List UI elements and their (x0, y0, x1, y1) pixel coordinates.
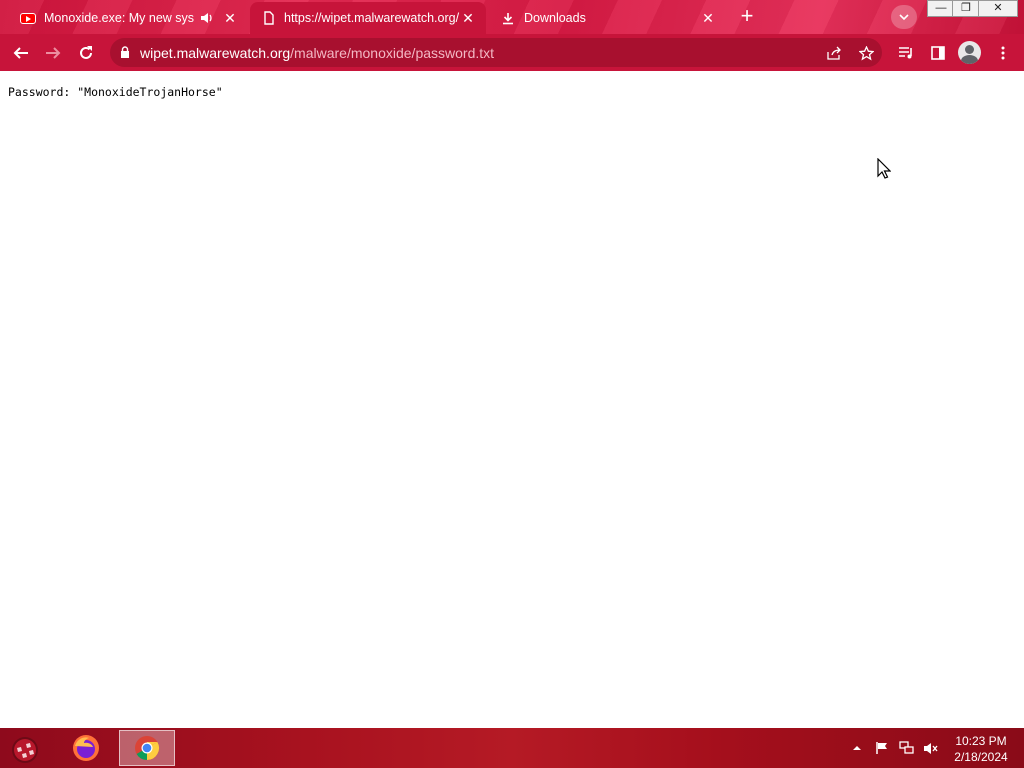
new-tab-button[interactable]: + (734, 5, 760, 29)
minimize-button[interactable]: — (927, 0, 955, 17)
tab-title: https://wipet.malwarewatch.org/ (284, 11, 460, 25)
taskbar-chrome[interactable] (119, 730, 175, 766)
minimize-icon: — (935, 2, 947, 14)
address-bar[interactable]: wipet.malwarewatch.org/malware/monoxide/… (110, 38, 882, 67)
profile-avatar[interactable] (958, 41, 981, 64)
speaker-icon[interactable] (200, 12, 214, 24)
restore-icon: ❐ (961, 2, 971, 14)
arrow-right-icon (46, 47, 61, 59)
side-panel-button[interactable] (925, 40, 951, 66)
arrow-left-icon (13, 47, 28, 59)
forward-button[interactable] (40, 40, 66, 66)
file-icon (260, 10, 276, 26)
menu-button[interactable] (990, 40, 1016, 66)
network-icon[interactable] (898, 740, 914, 756)
chrome-icon (135, 736, 160, 760)
reload-icon (80, 46, 92, 59)
close-window-button[interactable]: ✕ (978, 0, 1018, 17)
media-control-button[interactable] (893, 40, 919, 66)
tab-search-button[interactable] (891, 5, 917, 29)
share-icon[interactable] (824, 43, 844, 63)
close-icon[interactable]: ✕ (700, 10, 716, 27)
side-panel-icon (931, 46, 945, 60)
tab-title: Downloads (524, 11, 586, 25)
close-icon: ✕ (993, 2, 1003, 14)
password-text: Password: "MonoxideTrojanHorse" (8, 85, 223, 99)
tab-strip: Monoxide.exe: My new syste ✕ https://wip… (0, 0, 1024, 34)
flag-icon[interactable] (874, 740, 890, 756)
browser-toolbar: wipet.malwarewatch.org/malware/monoxide/… (0, 34, 1024, 71)
url-path: /malware/monoxide/password.txt (290, 44, 495, 61)
tab-youtube[interactable]: Monoxide.exe: My new syste ✕ (10, 2, 248, 34)
lock-icon[interactable] (110, 46, 140, 59)
youtube-icon (20, 10, 36, 26)
restore-button[interactable]: ❐ (952, 0, 980, 17)
volume-muted-icon[interactable] (922, 740, 938, 756)
plus-icon: + (740, 3, 754, 28)
url-text: wipet.malwarewatch.org/malware/monoxide/… (140, 45, 494, 61)
url-host: wipet.malwarewatch.org (140, 44, 291, 61)
tab-title: Monoxide.exe: My new syste (44, 11, 194, 25)
back-button[interactable] (8, 40, 34, 66)
reload-button[interactable] (73, 40, 99, 66)
system-clock[interactable]: 10:23 PM 2/18/2024 (948, 733, 1014, 765)
close-icon[interactable]: ✕ (222, 10, 238, 27)
taskbar: 10:23 PM 2/18/2024 (0, 728, 1024, 768)
page-content: Password: "MonoxideTrojanHorse" (0, 71, 1024, 728)
mouse-cursor-icon (877, 158, 891, 179)
start-orb-icon (12, 737, 38, 763)
taskbar-firefox[interactable] (58, 730, 114, 766)
clock-time: 10:23 PM (955, 734, 1007, 748)
firefox-icon (73, 735, 99, 761)
tab-downloads[interactable]: Downloads ✕ (490, 2, 726, 34)
clock-date: 2/18/2024 (954, 750, 1008, 764)
start-button[interactable] (8, 732, 42, 766)
kebab-menu-icon (1001, 46, 1005, 60)
tray-overflow-icon[interactable] (849, 740, 865, 756)
media-queue-icon (899, 47, 912, 59)
chevron-down-icon (899, 12, 909, 24)
download-icon (500, 10, 516, 26)
close-icon[interactable]: ✕ (460, 10, 476, 27)
star-icon[interactable] (856, 43, 876, 63)
tab-password-txt[interactable]: https://wipet.malwarewatch.org/ ✕ (250, 2, 486, 34)
